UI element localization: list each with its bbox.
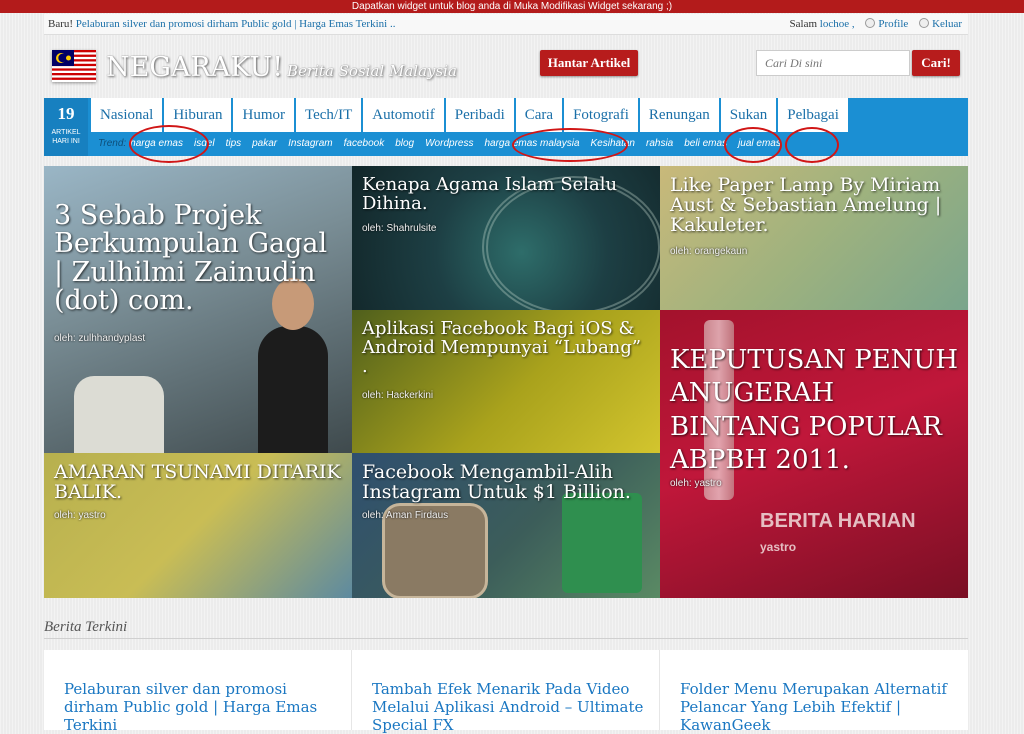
latest-news-ticker: Baru! Pelaburan silver dan promosi dirha… — [48, 14, 395, 34]
tab-fotografi[interactable]: Fotografi — [564, 98, 638, 132]
logo-name: NEGARAKU! — [106, 52, 284, 83]
tab-peribadi[interactable]: Peribadi — [445, 98, 514, 132]
tab-tech-it[interactable]: Tech/IT — [295, 98, 362, 132]
submit-article-button[interactable]: Hantar Artikel — [540, 50, 638, 76]
annotation-circle — [724, 127, 782, 163]
count-label-line2: HARI INI — [52, 138, 80, 145]
search-input[interactable] — [756, 50, 910, 76]
logout-link[interactable]: Keluar — [932, 18, 962, 30]
tile-image-text: yastro — [760, 540, 797, 554]
promo-bar[interactable]: Dapatkan widget untuk blog anda di Muka … — [0, 0, 1024, 13]
news-card: Folder Menu Merupakan Alternatif Pelanca… — [660, 650, 968, 734]
trend-tag[interactable]: tips — [226, 138, 242, 149]
featured-tile[interactable]: BERITA HARIAN yastro KEPUTUSAN PENUH ANU… — [660, 310, 968, 598]
tab-automotif[interactable]: Automotif — [363, 98, 444, 132]
news-card: Tambah Efek Menarik Pada Video Melalui A… — [352, 650, 660, 734]
category-tabs: Nasional Hiburan Humor Tech/IT Automotif… — [91, 98, 850, 132]
tile-title[interactable]: Aplikasi Facebook Bagi iOS & Android Mem… — [362, 319, 652, 377]
logout-icon — [919, 18, 930, 28]
featured-tile[interactable]: AMARAN TSUNAMI DITARIK BALIK. oleh: yast… — [44, 453, 352, 598]
tile-author: oleh: zulhhandyplast — [54, 333, 146, 344]
featured-grid: 3 Sebab Projek Berkumpulan Gagal | Zulhi… — [44, 166, 968, 598]
news-card-title[interactable]: Folder Menu Merupakan Alternatif Pelanca… — [680, 680, 954, 734]
tile-author: oleh: yastro — [54, 510, 106, 521]
profile-icon — [865, 18, 876, 28]
profile-link[interactable]: Profile — [878, 18, 908, 30]
photo-person — [258, 326, 328, 453]
site-logo[interactable]: NEGARAKU! Berita Sosial Malaysia — [106, 52, 457, 83]
tile-author: oleh: Shahrulsite — [362, 223, 437, 234]
news-card-title[interactable]: Tambah Efek Menarik Pada Video Melalui A… — [372, 680, 645, 734]
trend-tag[interactable]: beli emas — [684, 138, 727, 149]
featured-tile[interactable]: Facebook Mengambil-Alih Instagram Untuk … — [352, 453, 660, 598]
latest-news-list: Pelaburan silver dan promosi dirham Publ… — [44, 650, 968, 734]
trend-tag[interactable]: pakar — [252, 138, 277, 149]
article-count-label: ARTIKEL HARI INI — [44, 128, 88, 146]
trend-tag[interactable]: facebook — [344, 138, 385, 149]
latest-news-heading: Berita Terkini — [44, 616, 968, 639]
tile-author: oleh: Hackerkini — [362, 390, 434, 401]
tab-humor[interactable]: Humor — [233, 98, 294, 132]
featured-tile[interactable]: Kenapa Agama Islam Selalu Dihina. oleh: … — [352, 166, 660, 310]
article-count: 19 — [57, 104, 75, 123]
info-bar: Baru! Pelaburan silver dan promosi dirha… — [44, 14, 968, 35]
facebook-f-icon — [562, 493, 642, 593]
featured-tile[interactable]: Aplikasi Facebook Bagi iOS & Android Mem… — [352, 310, 660, 453]
news-prefix: Baru! — [48, 18, 74, 30]
malaysia-flag-icon[interactable] — [52, 50, 96, 82]
user-menu: Salam lochoe , Profile Keluar — [790, 14, 962, 34]
tile-title[interactable]: Kenapa Agama Islam Selalu Dihina. — [362, 175, 652, 214]
tile-author: oleh: yastro — [670, 478, 722, 489]
trend-tag[interactable]: Instagram — [288, 138, 332, 149]
username-link[interactable]: lochoe , — [820, 18, 855, 30]
tile-author: oleh: Aman Firdaus — [362, 510, 449, 521]
annotation-circle — [785, 127, 839, 163]
news-card: Pelaburan silver dan promosi dirham Publ… — [44, 650, 352, 734]
tile-author: oleh: orangekaun — [670, 246, 748, 257]
tab-cara[interactable]: Cara — [515, 98, 563, 132]
tile-image-text: BERITA HARIAN — [760, 510, 916, 532]
tile-title[interactable]: Facebook Mengambil-Alih Instagram Untuk … — [362, 462, 652, 503]
annotation-circle — [512, 128, 628, 162]
article-count-badge: 19 ARTIKEL HARI INI — [44, 98, 88, 156]
news-card-title[interactable]: Pelaburan silver dan promosi dirham Publ… — [64, 680, 337, 734]
trend-tag[interactable]: Wordpress — [425, 138, 473, 149]
trend-label: Trend: — [98, 137, 127, 149]
tab-renungan[interactable]: Renungan — [639, 98, 719, 132]
tile-title[interactable]: 3 Sebab Projek Berkumpulan Gagal | Zulhi… — [54, 201, 344, 315]
search-button[interactable]: Cari! — [912, 50, 960, 76]
featured-tile[interactable]: 3 Sebab Projek Berkumpulan Gagal | Zulhi… — [44, 166, 352, 453]
tile-title[interactable]: Like Paper Lamp By Miriam Aust & Sebasti… — [670, 175, 960, 236]
logo-tagline: Berita Sosial Malaysia — [287, 62, 457, 80]
greeting-text: Salam — [789, 18, 818, 30]
news-headline-link[interactable]: Pelaburan silver dan promosi dirham Publ… — [76, 18, 396, 30]
photo-person-left — [74, 376, 164, 453]
annotation-circle — [129, 125, 209, 163]
trend-tag[interactable]: blog — [395, 138, 414, 149]
tile-title[interactable]: AMARAN TSUNAMI DITARIK BALIK. — [54, 462, 344, 503]
count-label-line1: ARTIKEL — [51, 129, 81, 136]
tile-title[interactable]: KEPUTUSAN PENUH ANUGERAH BINTANG POPULAR… — [670, 344, 960, 477]
featured-tile[interactable]: Like Paper Lamp By Miriam Aust & Sebasti… — [660, 166, 968, 310]
trend-tag[interactable]: rahsia — [646, 138, 673, 149]
